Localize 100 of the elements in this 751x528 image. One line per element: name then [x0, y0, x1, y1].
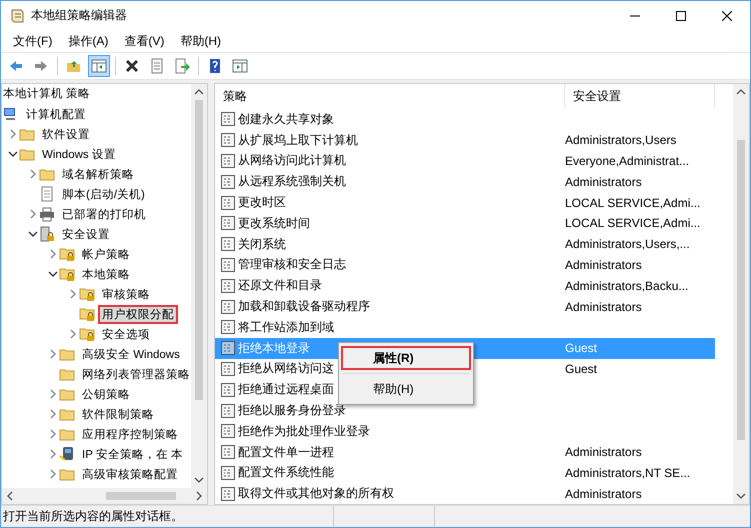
locked-folder-icon	[79, 326, 95, 342]
scrollbar[interactable]	[2, 488, 207, 504]
tree-item[interactable]: 高级安全 Windows	[78, 344, 184, 364]
security-setting: Administrators	[565, 258, 642, 272]
policy-icon	[220, 360, 236, 377]
policy-name[interactable]: 拒绝从网络访问这	[238, 360, 334, 378]
policy-icon	[220, 132, 236, 148]
scroll-icon	[9, 8, 25, 24]
locked-server-icon	[39, 226, 55, 242]
status-text: 打开当前所选内容的属性对话框。	[3, 508, 184, 525]
export-icon	[174, 58, 190, 74]
policy-name[interactable]: 将工作站添加到域	[238, 318, 334, 336]
security-setting: Guest	[565, 341, 598, 356]
policy-name[interactable]: 从网络访问此计算机	[238, 152, 346, 170]
tree-item[interactable]: 安全选项	[98, 324, 154, 344]
monitor-key-icon	[59, 446, 75, 462]
tree-item[interactable]: 安全设置	[58, 224, 114, 244]
policy-icon	[220, 256, 236, 273]
column-header[interactable]: 策略	[215, 84, 565, 108]
security-setting: LOCAL SERVICE,Admi...	[565, 196, 700, 210]
security-setting: Administrators,NT SE...	[565, 466, 690, 480]
tree-item[interactable]: 本地策略	[78, 264, 134, 284]
tree-item[interactable]: 审核策略	[98, 284, 154, 304]
tree-item[interactable]: 已部署的打印机	[58, 204, 150, 224]
policy-icon	[220, 174, 236, 190]
close-icon	[722, 10, 732, 20]
policy-name[interactable]: 加载和卸载设备驱动程序	[238, 298, 370, 316]
menu-item[interactable]: 操作(A)	[60, 32, 116, 50]
tree-item[interactable]: 软件限制策略	[78, 404, 158, 424]
security-setting: Administrators,Users,...	[565, 237, 690, 252]
policy-icon	[220, 319, 236, 336]
locked-folder-icon	[79, 306, 95, 322]
policy-icon	[220, 278, 236, 294]
security-setting: Administrators	[565, 300, 642, 314]
tree-item[interactable]: 脚本(启动/关机)	[58, 184, 149, 204]
policy-name[interactable]: 管理审核和安全日志	[238, 256, 346, 274]
menu-item[interactable]: 文件(F)	[5, 32, 60, 50]
help-icon	[207, 58, 223, 74]
security-setting: LOCAL SERVICE,Admi...	[565, 216, 700, 230]
locked-folder-icon	[79, 286, 95, 302]
tree-item[interactable]: 应用程序控制策略	[78, 424, 182, 444]
scrollbar[interactable]	[191, 84, 207, 488]
policy-icon	[220, 215, 236, 232]
tree-item[interactable]: 网络列表管理器策略	[78, 364, 191, 384]
back-arrow-icon	[8, 58, 24, 74]
tree-item[interactable]: 软件设置	[38, 124, 94, 144]
policy-name[interactable]: 拒绝作为批处理作业登录	[238, 422, 370, 440]
printer-icon	[39, 206, 55, 222]
policy-icon	[220, 444, 236, 460]
policy-icon	[220, 194, 236, 211]
policy-icon	[220, 402, 236, 419]
policy-icon	[220, 464, 236, 481]
policy-icon	[220, 236, 236, 252]
tree-item[interactable]: 用户权限分配	[98, 304, 178, 324]
security-setting: Administrators	[565, 445, 642, 460]
tree-item[interactable]: 帐户策略	[78, 244, 134, 264]
menu-item[interactable]: 查看(V)	[116, 32, 172, 50]
scrollbar[interactable]	[733, 84, 749, 504]
menu-item[interactable]: 帮助(H)	[341, 377, 471, 401]
policy-name[interactable]: 创建永久共享对象	[238, 110, 334, 128]
security-setting: Administrators,Backu...	[565, 278, 688, 293]
policy-name[interactable]: 配置文件系统性能	[238, 464, 334, 482]
policy-name[interactable]: 关闭系统	[238, 236, 286, 253]
forward-arrow-icon	[33, 58, 49, 74]
tree-item[interactable]: Windows 设置	[38, 144, 120, 164]
menu-item[interactable]: 帮助(H)	[172, 32, 229, 50]
policy-name[interactable]: 从远程系统强制关机	[238, 173, 346, 190]
policy-icon	[220, 111, 236, 128]
tree-item[interactable]: 计算机配置	[22, 104, 90, 124]
policy-name[interactable]: 还原文件和目录	[238, 277, 322, 294]
document-icon	[39, 186, 55, 202]
maximize-icon	[676, 10, 686, 20]
column-header[interactable]: 安全设置	[565, 84, 715, 108]
folder-up-icon	[66, 58, 82, 74]
policy-icon	[220, 382, 236, 398]
properties-icon	[149, 58, 165, 74]
policy-name[interactable]: 从扩展坞上取下计算机	[238, 132, 358, 149]
delete-icon	[124, 58, 140, 74]
policy-name[interactable]: 更改时区	[238, 194, 286, 212]
tree-header: 本地计算机 策略	[2, 86, 92, 102]
security-setting: Administrators	[565, 174, 642, 189]
tree-item[interactable]: 公钥策略	[78, 384, 134, 404]
security-setting: Administrators,Users	[565, 133, 676, 148]
security-setting: Guest	[565, 362, 598, 376]
policy-icon	[220, 486, 236, 502]
policy-name[interactable]: 取得文件或其他对象的所有权	[238, 485, 394, 502]
menu-item[interactable]: 属性(R)	[341, 346, 471, 370]
policy-icon	[220, 423, 236, 440]
tree-item[interactable]: 高级审核策略配置	[78, 464, 182, 484]
window-title: 本地组策略编辑器	[31, 7, 128, 24]
policy-name[interactable]: 更改系统时间	[238, 214, 310, 232]
policy-name[interactable]: 配置文件单一进程	[238, 444, 334, 461]
locked-folder-icon	[59, 246, 75, 262]
policy-icon	[220, 298, 236, 315]
tree-item[interactable]: 域名解析策略	[58, 164, 138, 184]
security-setting: Administrators	[565, 486, 642, 501]
policy-name[interactable]: 拒绝通过远程桌面	[238, 381, 334, 398]
tree-item[interactable]: IP 安全策略，在 本	[78, 444, 188, 464]
pane-toggle-icon	[91, 58, 107, 74]
action-pane-icon	[232, 58, 248, 74]
